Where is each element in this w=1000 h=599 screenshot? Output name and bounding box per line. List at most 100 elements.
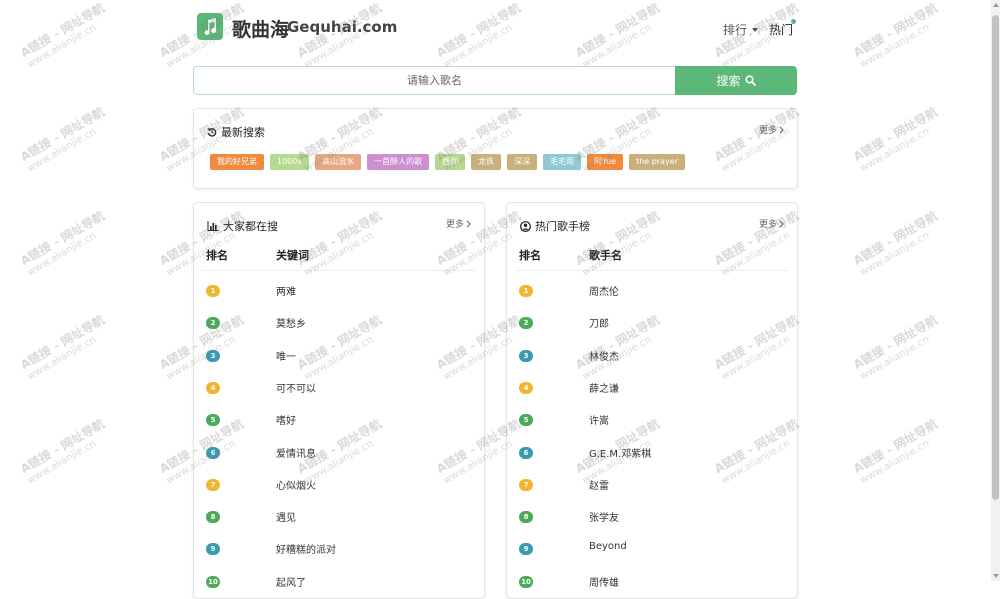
watermark-line2: www.alianjie.cn [25, 126, 99, 175]
rank-badge: 1 [206, 285, 220, 297]
watermark-line2: www.alianjie.cn [858, 22, 932, 71]
recent-tags: 我的好兄弟 1000x 高山流水 一首醉人的歌 西湖 龙族 深深 毛毛雨 阿Yue the pra… [210, 154, 685, 170]
singers-more-label: 更多 [759, 220, 778, 230]
keyword-link[interactable]: 好糟糕的派对 [276, 541, 336, 556]
singer-link[interactable]: 薛之谦 [589, 380, 619, 395]
nav-rank-label: 排行 [723, 23, 748, 37]
rank-badge: 10 [206, 575, 220, 588]
rank-badge: 2 [519, 317, 533, 330]
brand-name-cn[interactable]: 歌曲海 [232, 15, 289, 42]
scroll-down-arrow-icon[interactable] [993, 574, 999, 578]
keyword-row[interactable]: 9 好糟糕的派对 [194, 538, 484, 558]
search-button[interactable]: 搜索 [675, 66, 797, 95]
recent-tag[interactable]: 西湖 [435, 154, 466, 170]
watermark-line1: A链接 - 网址导航 [851, 416, 940, 477]
keyword-row[interactable]: 6 爱情讯息 [194, 442, 484, 462]
keyword-link[interactable]: 嗜好 [276, 412, 296, 427]
recent-more-link[interactable]: 更多 [759, 123, 784, 136]
watermark-line2: www.alianjie.cn [580, 22, 654, 71]
singer-row[interactable]: 1 周杰伦 [507, 280, 797, 300]
watermark-line1: A链接 - 网址导航 [851, 0, 940, 61]
singer-row[interactable]: 7 赵雷 [507, 474, 797, 494]
keyword-row[interactable]: 8 遇见 [194, 506, 484, 526]
watermark-line1: A链接 - 网址导航 [18, 312, 107, 373]
brand-name-en[interactable]: Gequhai.com [287, 18, 397, 36]
rank-badge: 4 [206, 381, 220, 394]
bar-chart-icon [207, 221, 219, 231]
singer-link[interactable]: 周杰伦 [589, 283, 619, 298]
singer-link[interactable]: 张学友 [589, 509, 619, 524]
recent-tag[interactable]: 毛毛雨 [543, 154, 582, 170]
keyword-link[interactable]: 心似烟火 [276, 477, 316, 492]
singer-row[interactable]: 6 G.E.M.邓紫棋 [507, 442, 797, 462]
recent-tag[interactable]: 深深 [507, 154, 538, 170]
singer-row[interactable]: 5 许嵩 [507, 409, 797, 429]
singer-row[interactable]: 2 刀郎 [507, 312, 797, 332]
rank-badge: 7 [519, 478, 533, 491]
singer-link[interactable]: Beyond [589, 541, 627, 552]
keyword-link[interactable]: 爱情讯息 [276, 445, 316, 460]
keyword-row[interactable]: 3 唯一 [194, 345, 484, 365]
singer-row[interactable]: 8 张学友 [507, 506, 797, 526]
rank-badge: 9 [519, 543, 533, 556]
watermark-line2: www.alianjie.cn [858, 126, 932, 175]
search-button-label: 搜索 [716, 74, 741, 88]
recent-tag[interactable]: 阿Yue [587, 154, 624, 170]
singer-row[interactable]: 4 薛之谦 [507, 377, 797, 397]
rank-badge: 8 [206, 511, 220, 524]
nav-rank-dropdown[interactable]: 排行 [723, 21, 759, 38]
popular-col-keyword: 关键词 [276, 249, 309, 262]
rank-badge: 3 [206, 349, 220, 362]
keyword-link[interactable]: 莫愁乡 [276, 315, 306, 330]
singer-link[interactable]: 刀郎 [589, 315, 609, 330]
notification-dot [791, 19, 796, 24]
popular-more-link[interactable]: 更多 [446, 217, 471, 230]
scroll-up-arrow-icon[interactable] [993, 3, 999, 7]
keyword-row[interactable]: 1 两难 [194, 280, 484, 300]
page-scrollbar[interactable] [991, 0, 1000, 581]
keyword-link[interactable]: 遇见 [276, 509, 296, 524]
keyword-row[interactable]: 5 嗜好 [194, 409, 484, 429]
watermark-line2: www.alianjie.cn [858, 230, 932, 279]
history-icon [207, 128, 217, 137]
recent-searches-card: 最新搜索 更多 我的好兄弟 1000x 高山流水 一首醉人的歌 西湖 龙族 深深 毛毛雨 阿Yu… [193, 108, 798, 189]
singer-link[interactable]: 许嵩 [589, 412, 609, 427]
rank-badge: 4 [519, 381, 533, 394]
recent-tag[interactable]: 1000x [270, 154, 310, 170]
singer-link[interactable]: 周传雄 [589, 574, 619, 589]
keyword-row[interactable]: 7 心似烟火 [194, 474, 484, 494]
rank-badge: 7 [206, 478, 220, 491]
recent-tag[interactable]: the prayer [629, 154, 685, 170]
singer-link[interactable]: 赵雷 [589, 477, 609, 492]
singer-row[interactable]: 3 林俊杰 [507, 345, 797, 365]
popular-col-rank: 排名 [206, 249, 228, 262]
keyword-row[interactable]: 4 可不可以 [194, 377, 484, 397]
search-input[interactable] [193, 66, 675, 95]
watermark: A链接 - 网址导航 www.alianjie.cn [18, 209, 114, 280]
watermark-line2: www.alianjie.cn [25, 438, 99, 487]
rank-badge: 9 [206, 543, 220, 556]
singer-link[interactable]: G.E.M.邓紫棋 [589, 445, 651, 460]
scrollbar-thumb[interactable] [992, 15, 999, 500]
keyword-link[interactable]: 唯一 [276, 348, 296, 363]
recent-searches-header: 最新搜索 [207, 124, 265, 140]
logo-icon[interactable] [197, 13, 223, 40]
singer-link[interactable]: 林俊杰 [589, 348, 619, 363]
recent-tag[interactable]: 高山流水 [315, 154, 362, 170]
keyword-row[interactable]: 2 莫愁乡 [194, 312, 484, 332]
popular-header: 大家都在搜 [207, 218, 278, 234]
watermark-line1: A链接 - 网址导航 [851, 208, 940, 269]
keyword-link[interactable]: 起风了 [276, 574, 306, 589]
watermark-line1: A链接 - 网址导航 [434, 0, 523, 61]
watermark-line2: www.alianjie.cn [25, 230, 99, 279]
keyword-link[interactable]: 两难 [276, 283, 296, 298]
singer-row[interactable]: 9 Beyond [507, 538, 797, 558]
recent-tag[interactable]: 龙族 [471, 154, 502, 170]
singers-more-link[interactable]: 更多 [759, 217, 784, 230]
nav-hot-link[interactable]: 热门 [769, 21, 793, 38]
recent-tag[interactable]: 一首醉人的歌 [367, 154, 430, 170]
rank-badge: 2 [206, 317, 220, 330]
watermark-line1: A链接 - 网址导航 [851, 104, 940, 165]
recent-tag[interactable]: 我的好兄弟 [210, 154, 264, 170]
keyword-link[interactable]: 可不可以 [276, 380, 316, 395]
